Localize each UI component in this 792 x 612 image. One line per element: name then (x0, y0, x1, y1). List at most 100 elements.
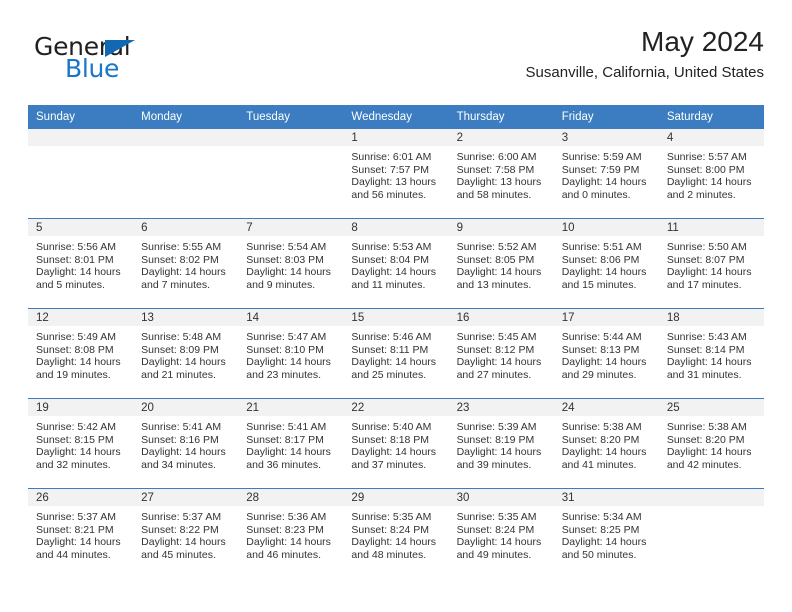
sunset-text: Sunset: 8:07 PM (666, 253, 745, 266)
daylight-text-line2: and 37 minutes. (351, 458, 427, 471)
calendar-day-cell[interactable]: 17 Sunrise: 5:44 AM Sunset: 8:13 PM Dayligh… (553, 308, 659, 399)
daylight-text-line1: Daylight: 14 hours (561, 356, 647, 369)
calendar-day-cell[interactable]: 18 Sunrise: 5:43 AM Sunset: 8:14 PM Dayligh… (658, 308, 764, 399)
day-details: Sunrise: 5:34 AM Sunset: 8:25 PM Daylight:… (554, 506, 659, 561)
calendar-day-cell[interactable]: 21 Sunrise: 5:41 AM Sunset: 8:17 PM Dayligh… (238, 398, 344, 489)
day-details: Sunrise: 5:49 AM Sunset: 8:08 PM Daylight:… (28, 326, 133, 381)
calendar-day-cell[interactable]: 13 Sunrise: 5:48 AM Sunset: 8:09 PM Dayligh… (133, 308, 239, 399)
weekday-header-saturday: Saturday (658, 105, 764, 129)
day-number: 7 (238, 219, 344, 236)
calendar-day-cell[interactable]: 4 Sunrise: 5:57 AM Sunset: 8:00 PM Daylight… (658, 129, 764, 219)
daylight-text-line2: and 29 minutes. (561, 368, 637, 381)
daylight-text-line2: and 9 minutes. (246, 278, 316, 291)
day-number: 19 (28, 399, 134, 416)
calendar-header-row: Sunday Monday Tuesday Wednesday Thursday Frid… (28, 105, 764, 129)
daylight-text-line1: Daylight: 14 hours (561, 266, 647, 279)
daylight-text-line1: Daylight: 14 hours (246, 356, 331, 369)
calendar-week-row: 26 Sunrise: 5:37 AM Sunset: 8:21 PM Dayligh… (28, 488, 764, 578)
calendar-day-cell[interactable]: 26 Sunrise: 5:37 AM Sunset: 8:21 PM Dayligh… (28, 488, 134, 578)
sunrise-text: Sunrise: 5:35 AM (456, 511, 537, 523)
sunset-text: Sunset: 8:04 PM (351, 253, 430, 266)
calendar-table: Sunday Monday Tuesday Wednesday Thursday Frid… (28, 105, 764, 578)
day-number: 5 (28, 219, 134, 236)
calendar-day-cell[interactable]: 16 Sunrise: 5:45 AM Sunset: 8:12 PM Dayligh… (448, 308, 554, 399)
calendar-day-cell[interactable]: 15 Sunrise: 5:46 AM Sunset: 8:11 PM Dayligh… (343, 308, 449, 399)
day-number: 2 (448, 129, 554, 146)
day-number: 31 (553, 489, 659, 506)
sunrise-text: Sunrise: 5:44 AM (561, 331, 642, 343)
sunrise-text: Sunrise: 5:46 AM (351, 331, 432, 343)
calendar-day-cell[interactable]: 7 Sunrise: 5:54 AM Sunset: 8:03 PM Daylight… (238, 218, 344, 309)
day-details: Sunrise: 5:39 AM Sunset: 8:19 PM Daylight:… (449, 416, 554, 471)
calendar-day-cell[interactable]: 19 Sunrise: 5:42 AM Sunset: 8:15 PM Dayligh… (28, 398, 134, 489)
day-number: 4 (658, 129, 764, 146)
calendar-day-cell[interactable]: 23 Sunrise: 5:39 AM Sunset: 8:19 PM Dayligh… (448, 398, 554, 489)
calendar-day-cell[interactable]: 2 Sunrise: 6:00 AM Sunset: 7:58 PM Daylight… (448, 129, 554, 219)
daylight-text-line2: and 23 minutes. (246, 368, 321, 381)
calendar-day-cell[interactable]: 9 Sunrise: 5:52 AM Sunset: 8:05 PM Daylight… (448, 218, 554, 309)
weekday-header-wednesday: Wednesday (343, 105, 449, 129)
calendar-day-cell[interactable]: 25 Sunrise: 5:38 AM Sunset: 8:20 PM Dayligh… (658, 398, 764, 489)
calendar-container: Sunday Monday Tuesday Wednesday Thursday Frid… (28, 105, 764, 578)
calendar-day-cell[interactable]: 1 Sunrise: 6:01 AM Sunset: 7:57 PM Daylight… (343, 129, 449, 219)
daylight-text-line2: and 42 minutes. (666, 458, 742, 471)
calendar-day-cell[interactable]: 11 Sunrise: 5:50 AM Sunset: 8:07 PM Dayligh… (658, 218, 764, 309)
calendar-day-cell-empty (133, 129, 239, 219)
sunset-text: Sunset: 8:12 PM (456, 343, 535, 356)
page-title: May 2024 (641, 26, 764, 57)
daylight-text-line2: and 0 minutes. (561, 188, 631, 201)
day-number: 20 (133, 399, 239, 416)
sunset-text: Sunset: 8:23 PM (246, 523, 324, 536)
weekday-header-friday: Friday (553, 105, 659, 129)
calendar-day-cell[interactable]: 10 Sunrise: 5:51 AM Sunset: 8:06 PM Dayligh… (553, 218, 659, 309)
daylight-text-line2: and 49 minutes. (456, 548, 532, 561)
calendar-day-cell[interactable]: 14 Sunrise: 5:47 AM Sunset: 8:10 PM Dayligh… (238, 308, 344, 399)
daylight-text-line2: and 36 minutes. (246, 458, 321, 471)
sunset-text: Sunset: 8:05 PM (456, 253, 535, 266)
calendar-day-cell[interactable]: 27 Sunrise: 5:37 AM Sunset: 8:22 PM Dayligh… (133, 488, 239, 578)
calendar-day-cell[interactable]: 24 Sunrise: 5:38 AM Sunset: 8:20 PM Dayligh… (553, 398, 659, 489)
calendar-day-cell[interactable]: 28 Sunrise: 5:36 AM Sunset: 8:23 PM Dayligh… (238, 488, 344, 578)
sunset-text: Sunset: 7:58 PM (456, 163, 535, 176)
location-subtitle: Susanville, California, United States (525, 64, 764, 82)
sunset-text: Sunset: 8:16 PM (141, 433, 219, 446)
sunset-text: Sunset: 8:01 PM (36, 253, 114, 266)
calendar-day-cell[interactable]: 22 Sunrise: 5:40 AM Sunset: 8:18 PM Dayligh… (343, 398, 449, 489)
calendar-body: 1 Sunrise: 6:01 AM Sunset: 7:57 PM Daylight… (28, 129, 764, 578)
day-number: 1 (343, 129, 449, 146)
day-number: 15 (343, 309, 449, 326)
day-number: 14 (238, 309, 344, 326)
sunrise-text: Sunrise: 5:38 AM (561, 421, 642, 433)
day-number: 23 (448, 399, 554, 416)
daylight-text-line1: Daylight: 14 hours (561, 536, 647, 549)
page-header: General Blue May 2024 Susanville, Califo… (28, 26, 764, 98)
sunrise-text: Sunrise: 5:54 AM (246, 241, 327, 253)
sunrise-text: Sunrise: 5:34 AM (561, 511, 642, 523)
calendar-day-cell[interactable]: 12 Sunrise: 5:49 AM Sunset: 8:08 PM Dayligh… (28, 308, 134, 399)
calendar-day-cell-empty (28, 129, 134, 219)
calendar-day-cell[interactable]: 29 Sunrise: 5:35 AM Sunset: 8:24 PM Dayligh… (343, 488, 449, 578)
calendar-day-cell[interactable]: 30 Sunrise: 5:35 AM Sunset: 8:24 PM Dayligh… (448, 488, 554, 578)
sunset-text: Sunset: 8:25 PM (561, 523, 640, 536)
sunrise-text: Sunrise: 5:41 AM (141, 421, 222, 433)
calendar-day-cell[interactable]: 3 Sunrise: 5:59 AM Sunset: 7:59 PM Daylight… (553, 129, 659, 219)
daylight-text-line1: Daylight: 14 hours (36, 536, 121, 549)
calendar-day-cell[interactable]: 6 Sunrise: 5:55 AM Sunset: 8:02 PM Daylight… (133, 218, 239, 309)
daylight-text-line1: Daylight: 14 hours (141, 536, 226, 549)
day-number: 6 (133, 219, 239, 236)
calendar-day-cell[interactable]: 8 Sunrise: 5:53 AM Sunset: 8:04 PM Daylight… (343, 218, 449, 309)
general-blue-logo[interactable]: General Blue (34, 34, 234, 92)
calendar-day-cell[interactable]: 31 Sunrise: 5:34 AM Sunset: 8:25 PM Dayligh… (553, 488, 659, 578)
day-number: 3 (553, 129, 659, 146)
calendar-day-cell[interactable]: 20 Sunrise: 5:41 AM Sunset: 8:16 PM Dayligh… (133, 398, 239, 489)
day-details: Sunrise: 5:46 AM Sunset: 8:11 PM Daylight:… (343, 326, 448, 381)
sunrise-text: Sunrise: 5:53 AM (351, 241, 432, 253)
day-details: Sunrise: 5:57 AM Sunset: 8:00 PM Daylight:… (659, 146, 764, 201)
day-details: Sunrise: 5:51 AM Sunset: 8:06 PM Daylight:… (554, 236, 659, 291)
day-number: 11 (658, 219, 764, 236)
calendar-day-cell[interactable]: 5 Sunrise: 5:56 AM Sunset: 8:01 PM Daylight… (28, 218, 134, 309)
day-details: Sunrise: 5:55 AM Sunset: 8:02 PM Daylight:… (133, 236, 238, 291)
sunset-text: Sunset: 8:11 PM (351, 343, 429, 356)
sunrise-text: Sunrise: 5:43 AM (666, 331, 747, 343)
daylight-text-line2: and 44 minutes. (36, 548, 111, 561)
